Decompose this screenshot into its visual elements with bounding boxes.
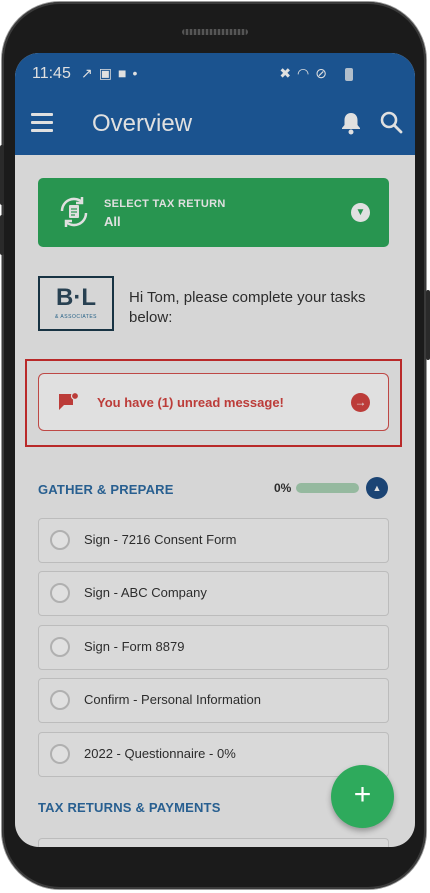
task-item[interactable]: Sign - ABC Company [38, 571, 389, 616]
task-checkbox[interactable] [50, 637, 70, 657]
firm-logo-subtitle: & ASSOCIATES [54, 314, 98, 320]
main-content: SELECT TAX RETURN All ▼ B·L & ASSOCIATES… [15, 155, 415, 847]
greeting-text: Hi Tom, please complete your tasks below… [129, 289, 366, 326]
firm-logo-letters: B·L [56, 284, 96, 311]
task-checkbox[interactable] [50, 690, 70, 710]
task-item[interactable]: Sign - 7216 Consent Form [38, 518, 389, 563]
section-title-gather-prepare: GATHER & PREPARE [38, 482, 174, 497]
app-screen: 11:45 ↗▣■• ✖◠⊘ Overview SELECT TAX RETUR… [15, 53, 415, 847]
message-alert-icon [59, 392, 80, 410]
image-icon: ▣ [98, 65, 118, 81]
chevron-down-icon: ▼ [351, 203, 370, 222]
do-not-disturb-icon: ⊘ [315, 65, 333, 81]
gather-progress-label: 0% [274, 481, 292, 495]
task-label: 2022 - Questionnaire - 0% [84, 746, 236, 761]
task-item-partial[interactable] [38, 838, 389, 847]
sync-document-icon [60, 197, 88, 227]
power-button [426, 290, 430, 360]
select-tax-return-dropdown[interactable]: SELECT TAX RETURN All ▼ [38, 178, 389, 247]
task-label: Sign - 7216 Consent Form [84, 532, 237, 547]
hamburger-menu-icon[interactable] [31, 113, 53, 137]
collapse-section-button[interactable]: ▲ [366, 477, 388, 499]
task-item[interactable]: 2022 - Questionnaire - 0% [38, 732, 389, 777]
unread-message-text: You have (1) unread message! [97, 395, 284, 410]
status-system-icons: ✖◠⊘ [279, 65, 333, 82]
unread-message-banner[interactable]: You have (1) unread message! → [38, 373, 389, 431]
missed-call-icon: ↗ [81, 65, 99, 81]
status-notification-icons: ↗▣■• [81, 65, 143, 82]
gather-progress-bar [296, 483, 359, 493]
page-title: Overview [92, 110, 193, 137]
search-icon[interactable] [379, 110, 403, 134]
side-button [0, 215, 4, 255]
task-checkbox[interactable] [50, 530, 70, 550]
battery-icon [345, 68, 353, 81]
add-fab-button[interactable]: + [331, 765, 394, 828]
volume-button [0, 145, 4, 205]
select-tax-return-label: SELECT TAX RETURN [104, 198, 226, 210]
task-checkbox[interactable] [50, 744, 70, 764]
wifi-icon: ◠ [297, 65, 316, 81]
firm-logo: B·L & ASSOCIATES [38, 276, 114, 331]
status-time: 11:45 [32, 65, 71, 82]
task-item[interactable]: Confirm - Personal Information [38, 678, 389, 723]
earpiece-speaker [182, 29, 248, 35]
dot-icon: • [132, 65, 144, 81]
arrow-right-icon[interactable]: → [351, 393, 370, 412]
task-label: Sign - ABC Company [84, 585, 207, 600]
task-label: Confirm - Personal Information [84, 692, 262, 707]
app-bar: 11:45 ↗▣■• ✖◠⊘ Overview [15, 53, 415, 155]
task-item[interactable]: Sign - Form 8879 [38, 625, 389, 670]
mute-icon: ✖ [279, 65, 298, 81]
task-label: Sign - Form 8879 [84, 639, 185, 654]
select-tax-return-value: All [104, 214, 121, 229]
square-app-icon: ■ [117, 65, 133, 81]
bell-icon[interactable] [340, 111, 362, 135]
task-checkbox[interactable] [50, 583, 70, 603]
section-title-tax-returns-payments: TAX RETURNS & PAYMENTS [38, 800, 221, 815]
